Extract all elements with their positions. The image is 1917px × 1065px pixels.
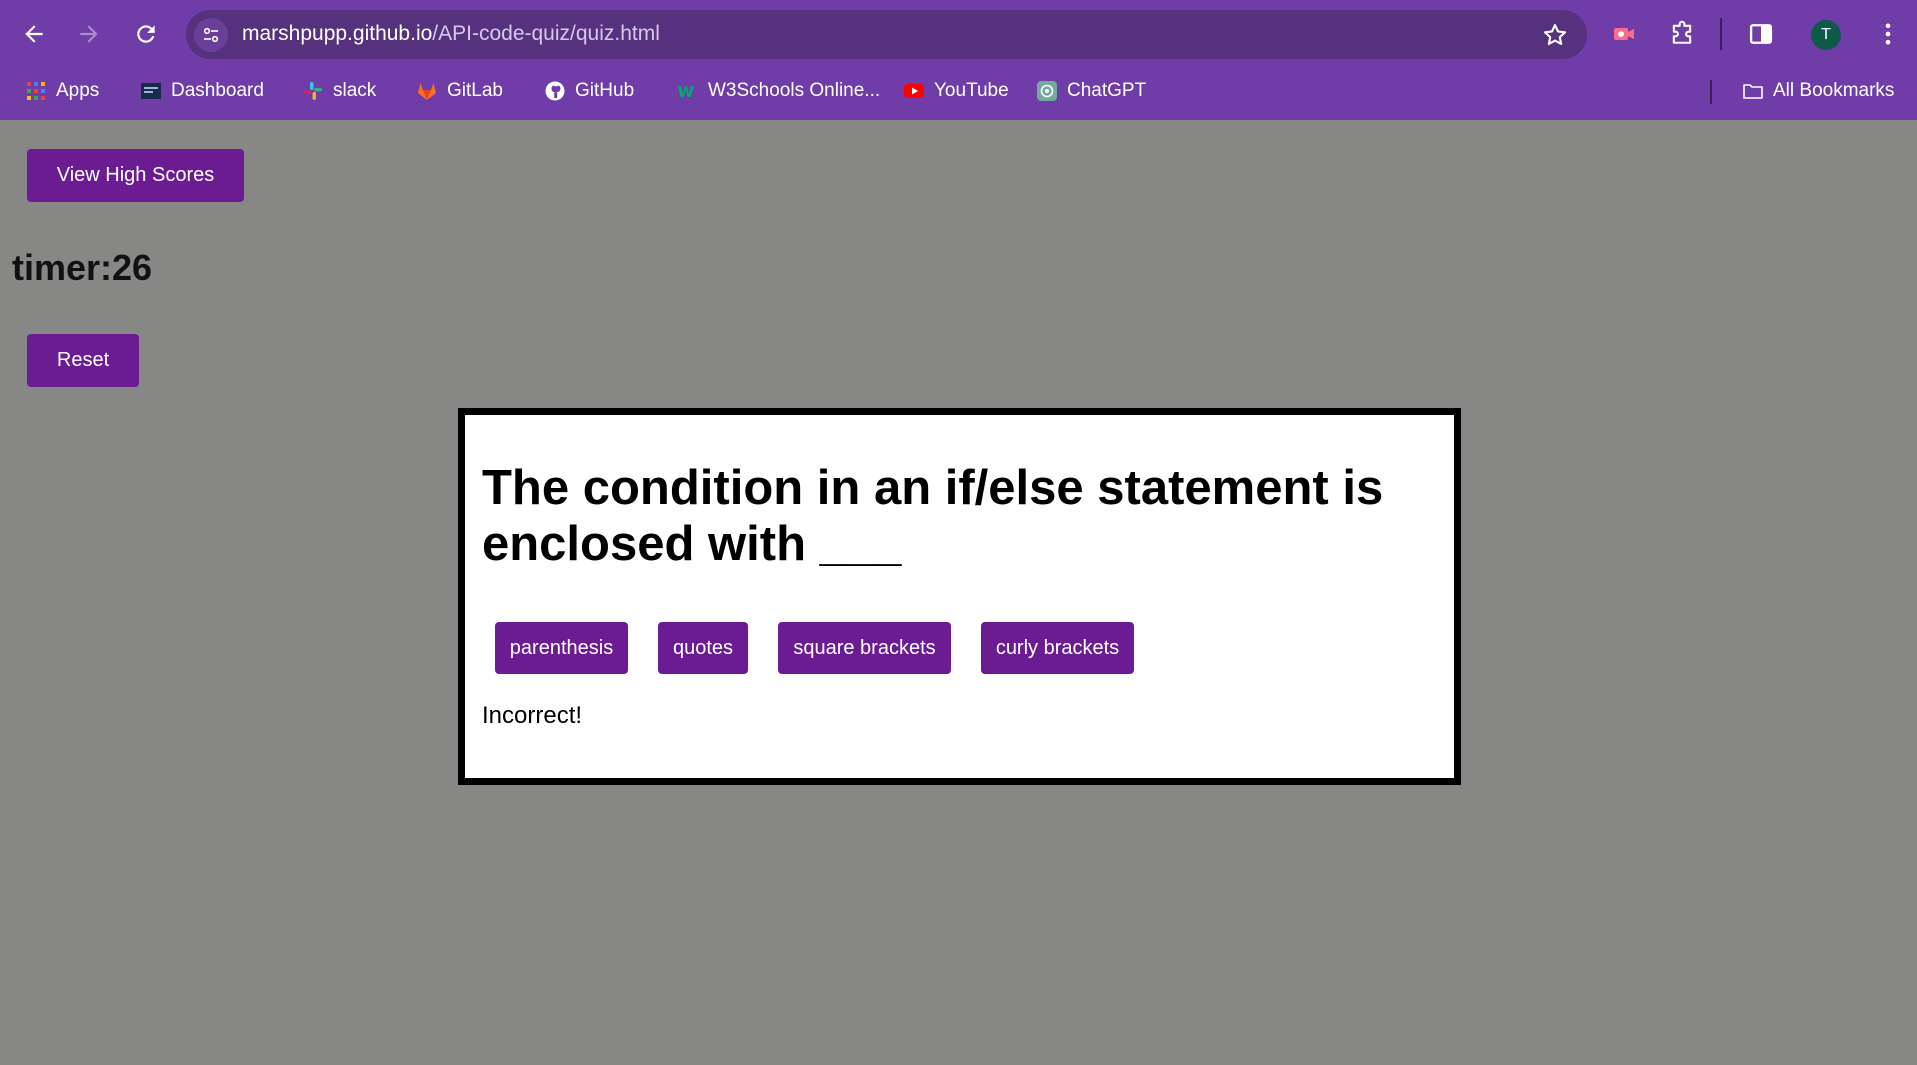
browser-chrome: marshpupp.github.io/API-code-quiz/quiz.h… <box>0 0 1917 120</box>
github-icon <box>544 80 566 102</box>
bookmark-label: Dashboard <box>171 80 264 101</box>
bookmark-youtube[interactable]: YouTube <box>903 78 1009 104</box>
bookmark-star-icon[interactable] <box>1541 21 1569 49</box>
bookmarks-divider <box>1710 80 1712 104</box>
bookmark-chatgpt[interactable]: ChatGPT <box>1036 78 1146 104</box>
bookmark-label: slack <box>333 80 377 101</box>
page-viewport: View High Scores timer:26 Reset The cond… <box>0 120 1917 1065</box>
slack-icon <box>302 80 324 102</box>
dashboard-icon <box>140 80 162 102</box>
timer-display: timer:26 <box>12 247 153 288</box>
bookmark-gitlab[interactable]: GitLab <box>416 78 503 104</box>
bookmark-apps[interactable]: Apps <box>25 78 99 104</box>
bookmark-label: GitLab <box>447 80 503 101</box>
apps-grid-icon <box>25 80 47 102</box>
url-host: marshpupp.github.io <box>242 22 433 45</box>
all-bookmarks-label: All Bookmarks <box>1773 80 1895 101</box>
bookmarks-bar: Apps Dashboard slack GitLab GitHub W3Sch… <box>0 70 1917 110</box>
browser-toolbar: marshpupp.github.io/API-code-quiz/quiz.h… <box>0 0 1917 70</box>
bookmark-github[interactable]: GitHub <box>544 78 634 104</box>
more-vertical-icon <box>1885 23 1891 45</box>
reset-button[interactable]: Reset <box>27 334 139 387</box>
chatgpt-icon <box>1036 80 1058 102</box>
folder-icon <box>1742 80 1764 102</box>
reload-icon <box>137 25 155 43</box>
side-panel-button[interactable] <box>1741 14 1781 54</box>
side-panel-icon <box>1749 24 1773 44</box>
address-bar[interactable]: marshpupp.github.io/API-code-quiz/quiz.h… <box>186 10 1587 59</box>
screen-record-extension-button[interactable] <box>1604 14 1644 54</box>
answer-button-quotes[interactable]: quotes <box>658 622 748 674</box>
bookmark-label: Apps <box>56 80 100 101</box>
site-info-button[interactable] <box>194 18 228 52</box>
bookmark-label: W3Schools Online... <box>708 80 881 101</box>
question-text: The condition in an if/else statement is… <box>482 461 1384 571</box>
url-path: /API-code-quiz/quiz.html <box>432 22 660 45</box>
video-record-icon <box>1614 28 1634 40</box>
youtube-icon <box>903 80 925 102</box>
gitlab-icon <box>416 80 438 102</box>
w3schools-icon <box>677 80 699 102</box>
answer-button-curly-brackets[interactable]: curly brackets <box>981 622 1134 674</box>
back-arrow-icon <box>25 25 43 43</box>
bookmark-dashboard[interactable]: Dashboard <box>140 78 264 104</box>
view-high-scores-button[interactable]: View High Scores <box>27 149 244 202</box>
answer-feedback: Incorrect! <box>482 702 583 729</box>
bookmark-label: ChatGPT <box>1067 80 1147 101</box>
bookmark-label: GitHub <box>575 80 635 101</box>
quiz-card: The condition in an if/else statement is… <box>458 408 1461 785</box>
back-button[interactable] <box>14 14 54 54</box>
bookmark-w3schools[interactable]: W3Schools Online... <box>677 78 880 104</box>
reload-button[interactable] <box>126 14 166 54</box>
bookmark-slack[interactable]: slack <box>302 78 376 104</box>
answer-button-square-brackets[interactable]: square brackets <box>778 622 951 674</box>
puzzle-piece-icon <box>1672 20 1692 44</box>
forward-button[interactable] <box>69 14 109 54</box>
extensions-button[interactable] <box>1662 14 1702 54</box>
tune-icon <box>203 27 219 43</box>
toolbar-divider <box>1720 18 1722 50</box>
all-bookmarks-button[interactable]: All Bookmarks <box>1742 78 1894 104</box>
forward-arrow-icon <box>80 25 98 43</box>
browser-menu-button[interactable] <box>1868 14 1908 54</box>
bookmark-label: YouTube <box>934 80 1009 101</box>
profile-avatar[interactable]: T <box>1811 20 1841 50</box>
url-text: marshpupp.github.io/API-code-quiz/quiz.h… <box>242 22 660 46</box>
answer-button-parenthesis[interactable]: parenthesis <box>495 622 628 674</box>
